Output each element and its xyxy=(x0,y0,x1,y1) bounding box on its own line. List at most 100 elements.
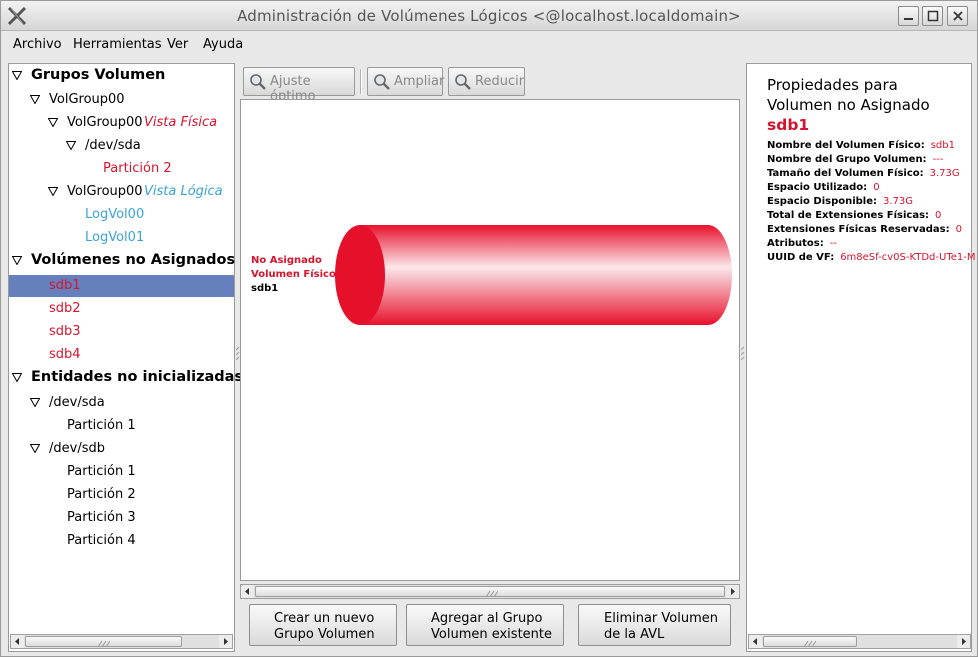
uninit-sdb-p1-label: Partición 1 xyxy=(67,464,136,479)
canvas-scroll-right-button[interactable] xyxy=(726,585,739,598)
create-vg-button[interactable]: Crear un nuevo Grupo Volumen xyxy=(249,604,397,646)
tree-item-uninit-sda[interactable]: /dev/sda xyxy=(9,392,234,414)
window-title: Administración de Volúmenes Lógicos <@lo… xyxy=(237,7,741,25)
tree-item-dev-sda[interactable]: /dev/sda xyxy=(9,135,234,157)
property-row: Extensiones Físicas Reservadas: 0 xyxy=(767,224,962,235)
sdb3-label: sdb3 xyxy=(49,324,81,339)
property-value: 3.73G xyxy=(929,168,960,179)
property-value: 0 xyxy=(955,224,962,235)
tree-item-sdb4[interactable]: sdb4 xyxy=(9,344,234,366)
menu-archivo[interactable]: Archivo xyxy=(13,37,62,52)
vg-label: VolGroup00 xyxy=(49,92,125,107)
tree-uninit-header[interactable]: Entidades no inicializadas xyxy=(9,367,243,389)
tree-item-uninit-sdb-p2[interactable]: Partición 2 xyxy=(9,484,234,506)
remove-from-lvm-label: Eliminar Volumen de la AVL xyxy=(604,611,718,642)
diagram-label-device: sdb1 xyxy=(251,283,279,294)
props-scroll-right-button[interactable] xyxy=(957,635,970,648)
props-scroll-thumb[interactable] xyxy=(763,636,857,647)
expanded-triangle-icon[interactable] xyxy=(48,187,58,196)
expanded-triangle-icon[interactable] xyxy=(30,398,40,407)
zoom-out-button[interactable]: Reducir xyxy=(448,67,525,96)
close-button[interactable] xyxy=(947,6,968,26)
menu-ver[interactable]: Ver xyxy=(167,37,188,52)
logical-view-label: Vista Lógica xyxy=(144,184,223,199)
tree-unassigned-header[interactable]: Volúmenes no Asignados xyxy=(9,250,236,272)
tree-item-sdb2[interactable]: sdb2 xyxy=(9,298,234,320)
menu-ayuda[interactable]: Ayuda xyxy=(203,37,243,52)
uninit-sda-label: /dev/sda xyxy=(49,395,105,410)
tree-item-logvol01[interactable]: LogVol01 xyxy=(9,227,234,249)
particion2-label: Partición 2 xyxy=(103,161,172,176)
diagram-label-physical: Volumen Físico xyxy=(251,269,336,280)
property-key: UUID de VF: xyxy=(767,252,835,263)
volume-diagram-canvas[interactable]: No Asignado Volumen Físico sdb1 xyxy=(240,99,740,581)
properties-title: Propiedades para Volumen no Asignado xyxy=(767,75,930,115)
uninit-header-label: Entidades no inicializadas xyxy=(31,369,244,385)
right-splitter-handle[interactable] xyxy=(741,346,745,364)
expanded-triangle-icon[interactable] xyxy=(66,141,76,150)
tree-scroll-thumb[interactable] xyxy=(25,636,182,647)
property-row: Atributos: -- xyxy=(767,238,837,249)
arrow-right-icon xyxy=(962,638,966,645)
remove-from-lvm-button[interactable]: Eliminar Volumen de la AVL xyxy=(578,604,731,646)
maximize-icon xyxy=(927,10,939,22)
maximize-button[interactable] xyxy=(922,6,943,26)
physical-volume-cylinder[interactable] xyxy=(333,223,735,327)
property-value: 0 xyxy=(873,182,880,193)
vg-logical-label: VolGroup00 xyxy=(67,184,143,199)
zoom-out-icon xyxy=(455,74,471,90)
zoom-in-icon xyxy=(374,74,390,90)
volume-tree[interactable]: Grupos Volumen VolGroup00 VolGroup00 Vis… xyxy=(8,63,243,652)
tree-item-uninit-sdb-p4[interactable]: Partición 4 xyxy=(9,530,234,552)
zoom-in-button[interactable]: Ampliar xyxy=(367,67,444,96)
tree-groups-header[interactable]: Grupos Volumen xyxy=(9,65,234,87)
expanded-triangle-icon[interactable] xyxy=(30,444,40,453)
minimize-button[interactable] xyxy=(898,6,919,26)
scroll-right-button[interactable] xyxy=(219,635,232,648)
property-row: Nombre del Grupo Volumen: --- xyxy=(767,154,943,165)
properties-panel: Propiedades para Volumen no Asignado sdb… xyxy=(746,63,976,652)
best-fit-button[interactable]: Ajuste óptimo xyxy=(243,67,355,104)
sdb4-label: sdb4 xyxy=(49,347,81,362)
scroll-left-button[interactable] xyxy=(11,635,24,648)
unassigned-header-label: Volúmenes no Asignados xyxy=(31,252,236,268)
grip-icon xyxy=(803,640,816,647)
expanded-triangle-icon[interactable] xyxy=(12,373,22,382)
tree-item-uninit-sda-p1[interactable]: Partición 1 xyxy=(9,415,234,437)
uninit-sdb-p2-label: Partición 2 xyxy=(67,487,136,502)
property-value: -- xyxy=(829,238,837,249)
tree-item-uninit-sdb-p1[interactable]: Partición 1 xyxy=(9,461,234,483)
tree-item-uninit-sdb-p3[interactable]: Partición 3 xyxy=(9,507,234,529)
title-bar[interactable]: Administración de Volúmenes Lógicos <@lo… xyxy=(1,1,977,31)
property-key: Atributos: xyxy=(767,238,824,249)
canvas-scroll-left-button[interactable] xyxy=(241,585,254,598)
add-to-vg-button[interactable]: Agregar al Grupo Volumen existente xyxy=(406,604,564,646)
property-key: Total de Extensiones Físicas: xyxy=(767,210,930,221)
canvas-scroll-thumb[interactable] xyxy=(255,586,725,597)
uninit-sdb-label: /dev/sdb xyxy=(49,441,105,456)
sdb1-label: sdb1 xyxy=(49,278,81,293)
tree-item-sdb1[interactable]: sdb1 xyxy=(9,275,234,297)
dev-sda-label: /dev/sda xyxy=(85,138,141,153)
tree-item-sdb3[interactable]: sdb3 xyxy=(9,321,234,343)
canvas-hscrollbar[interactable] xyxy=(240,584,740,599)
tree-item-vg-physical[interactable]: VolGroup00 Vista Física xyxy=(9,112,234,134)
zoom-out-label: Reducir xyxy=(475,74,525,89)
menu-herramientas[interactable]: Herramientas xyxy=(73,37,162,52)
tree-item-particion2[interactable]: Partición 2 xyxy=(9,158,234,180)
physical-view-label: Vista Física xyxy=(144,115,218,130)
tree-item-uninit-sdb[interactable]: /dev/sdb xyxy=(9,438,234,460)
expanded-triangle-icon[interactable] xyxy=(12,256,22,265)
expanded-triangle-icon[interactable] xyxy=(30,95,40,104)
tree-item-vg-logical[interactable]: VolGroup00 Vista Lógica xyxy=(9,181,234,203)
expanded-triangle-icon[interactable] xyxy=(48,118,58,127)
tree-item-volgroup00[interactable]: VolGroup00 xyxy=(9,89,234,111)
lvm-window: Administración de Volúmenes Lógicos <@lo… xyxy=(0,0,978,657)
props-scroll-left-button[interactable] xyxy=(749,635,762,648)
expanded-triangle-icon[interactable] xyxy=(12,71,22,80)
tree-hscrollbar[interactable] xyxy=(10,634,233,649)
toolbar-separator xyxy=(360,69,362,94)
close-icon xyxy=(953,11,963,21)
properties-hscrollbar[interactable] xyxy=(748,634,971,649)
tree-item-logvol00[interactable]: LogVol00 xyxy=(9,204,234,226)
